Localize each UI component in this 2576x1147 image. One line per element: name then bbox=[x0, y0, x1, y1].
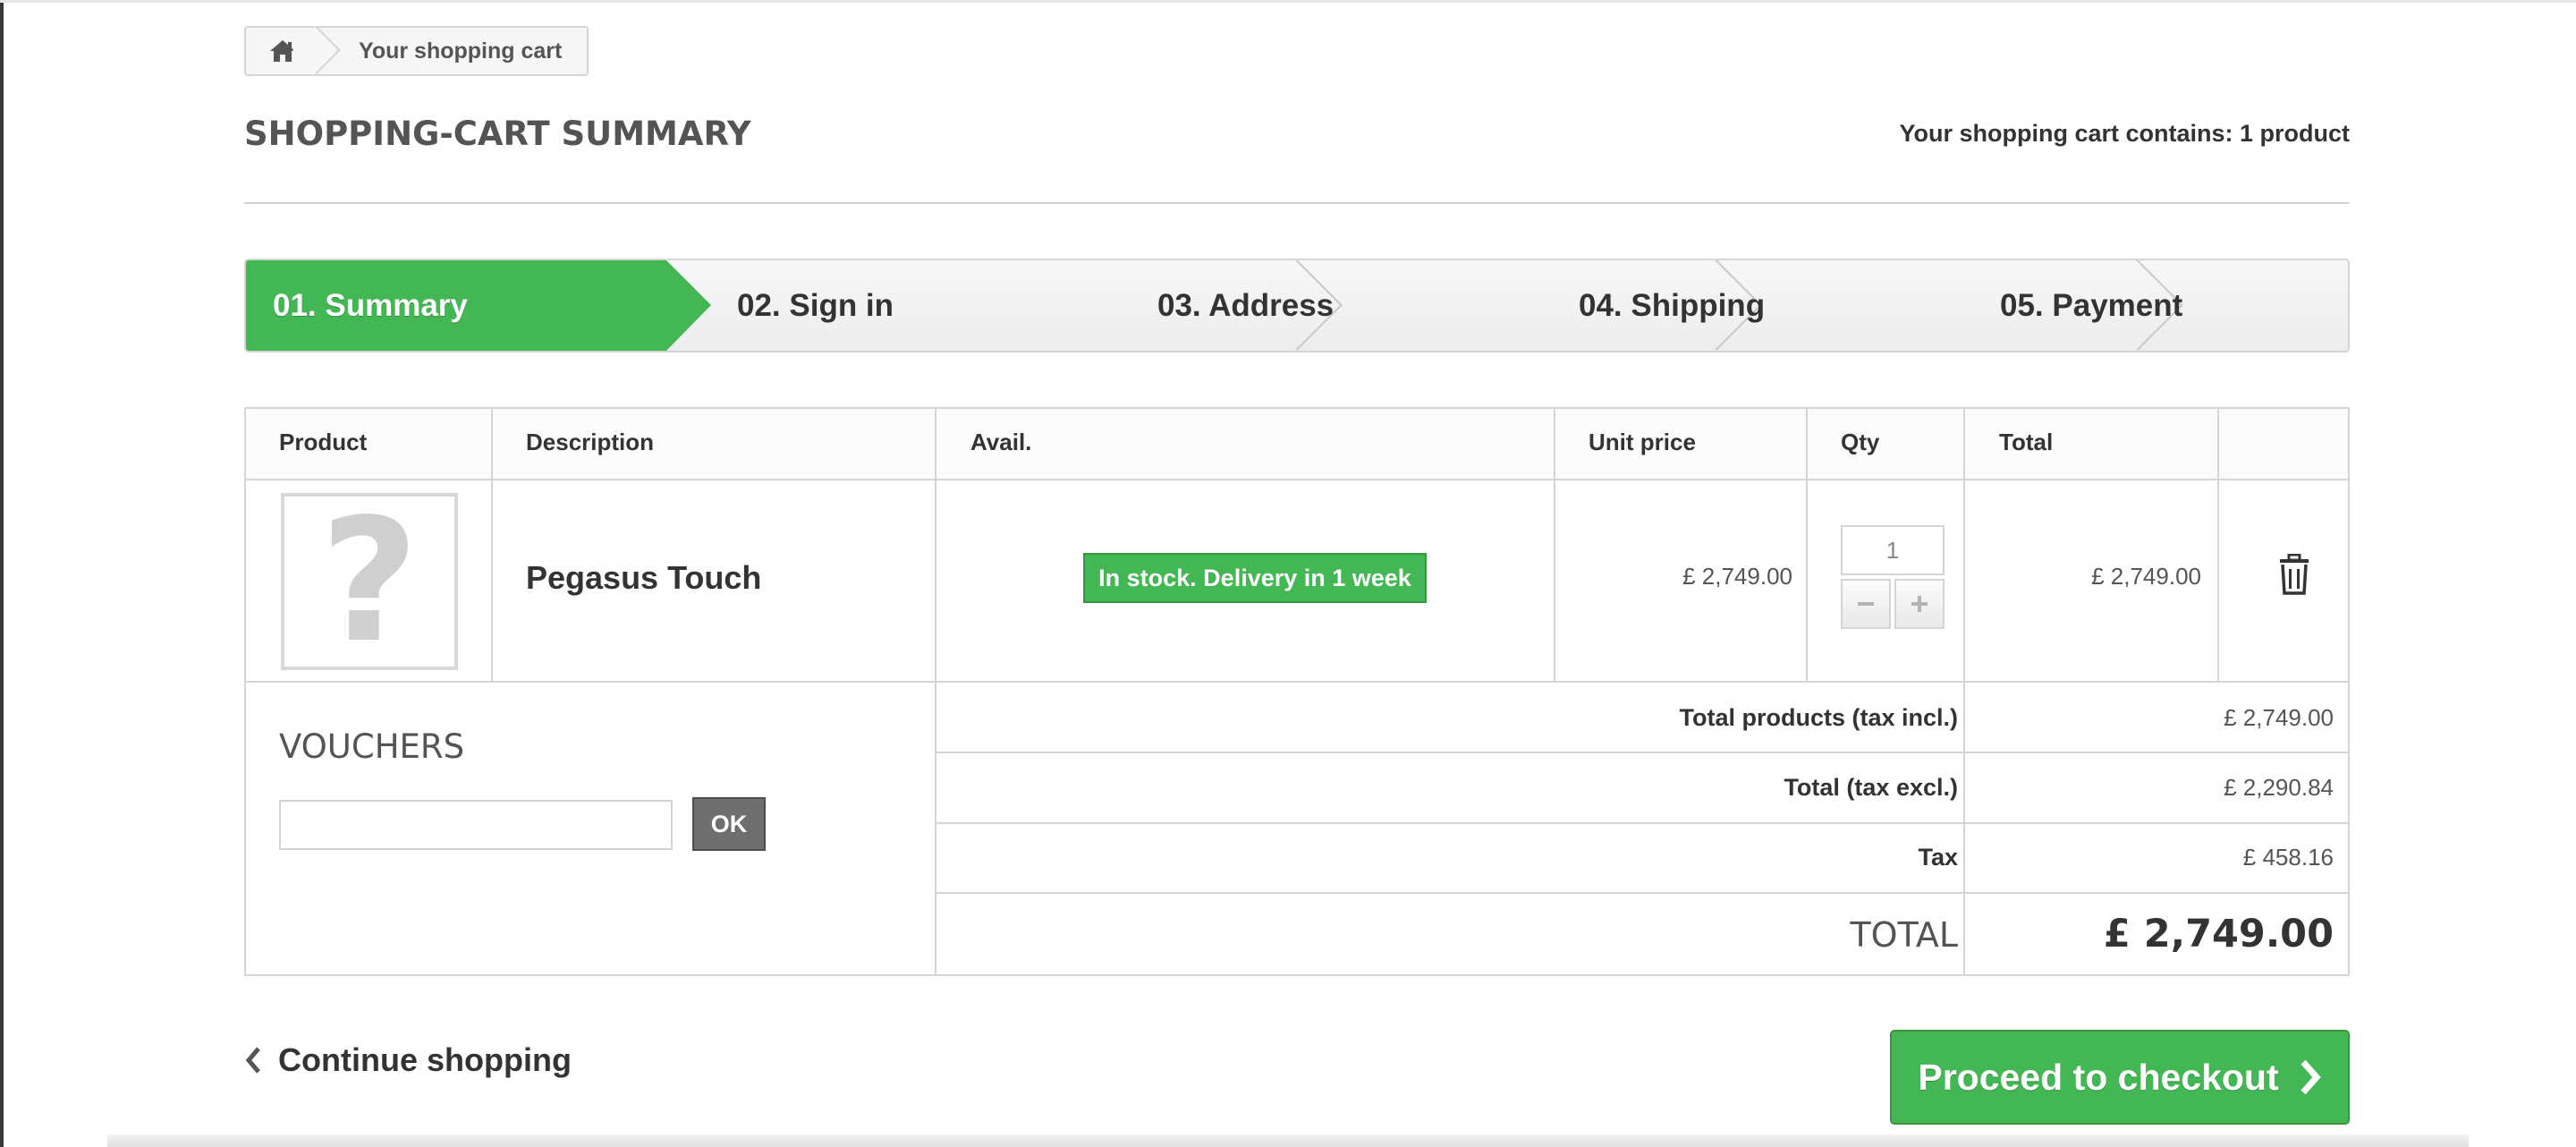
unit-price: £ 2,749.00 bbox=[1682, 563, 1792, 590]
table-divider bbox=[246, 479, 2348, 480]
header-total: Total bbox=[1999, 429, 2054, 455]
continue-shopping-link[interactable]: Continue shopping bbox=[244, 1041, 572, 1079]
checkout-steps: 01. Summary 02. Sign in 03. Address 04. … bbox=[244, 259, 2350, 353]
voucher-ok-button[interactable]: OK bbox=[692, 797, 766, 851]
step-sign-in[interactable]: 02. Sign in bbox=[737, 260, 894, 351]
voucher-code-input[interactable] bbox=[279, 800, 673, 850]
window-top-edge bbox=[0, 0, 2576, 3]
total-excl-value: £ 2,290.84 bbox=[2224, 774, 2334, 801]
table-divider bbox=[1963, 409, 1965, 974]
header-description: Description bbox=[526, 429, 655, 455]
step-address[interactable]: 03. Address bbox=[1157, 260, 1334, 351]
step-label: 02. Sign in bbox=[737, 287, 894, 323]
breadcrumb: Your shopping cart bbox=[244, 26, 589, 76]
proceed-to-checkout-button[interactable]: Proceed to checkout bbox=[1890, 1030, 2350, 1125]
grand-total-value: £ 2,749.00 bbox=[2103, 912, 2334, 956]
table-divider bbox=[2217, 409, 2219, 681]
table-divider bbox=[935, 822, 2348, 824]
vouchers-title: VOUCHERS bbox=[279, 727, 465, 766]
table-divider bbox=[1806, 409, 1808, 681]
minus-icon bbox=[1858, 602, 1874, 606]
step-label: 01. Summary bbox=[273, 287, 468, 323]
plus-icon bbox=[1911, 596, 1928, 612]
step-label: 04. Shipping bbox=[1579, 287, 1766, 323]
total-products-label: Total products (tax incl.) bbox=[1679, 704, 1958, 731]
header-product: Product bbox=[279, 429, 368, 455]
step-payment[interactable]: 05. Payment bbox=[2000, 260, 2182, 351]
step-label: 03. Address bbox=[1157, 287, 1335, 323]
availability-badge: In stock. Delivery in 1 week bbox=[1083, 553, 1427, 603]
cart-count-text: Your shopping cart contains: 1 product bbox=[1899, 120, 2350, 147]
cart-table: Product Description Avail. Unit price Qt… bbox=[244, 407, 2350, 976]
page-title: SHOPPING-CART SUMMARY bbox=[244, 115, 751, 153]
product-image-placeholder[interactable]: ? bbox=[281, 493, 458, 670]
heading-divider bbox=[244, 202, 2350, 204]
page-bottom-shadow bbox=[107, 1134, 2469, 1147]
header-qty: Qty bbox=[1841, 429, 1880, 455]
trash-icon[interactable] bbox=[2276, 554, 2312, 595]
total-products-value: £ 2,749.00 bbox=[2224, 704, 2334, 731]
qty-increase-button[interactable] bbox=[1894, 579, 1945, 629]
step-shipping[interactable]: 04. Shipping bbox=[1579, 260, 1765, 351]
continue-shopping-label: Continue shopping bbox=[278, 1041, 572, 1078]
grand-total-label: TOTAL bbox=[1850, 915, 1958, 955]
table-divider bbox=[935, 892, 2348, 894]
step-label: 05. Payment bbox=[2000, 287, 2183, 323]
header-availability: Avail. bbox=[970, 429, 1032, 455]
breadcrumb-separator bbox=[292, 26, 341, 74]
table-divider bbox=[246, 681, 2348, 683]
breadcrumb-home[interactable] bbox=[246, 26, 341, 74]
step-summary[interactable]: 01. Summary bbox=[246, 260, 666, 351]
product-name[interactable]: Pegasus Touch bbox=[526, 559, 761, 597]
table-divider bbox=[1554, 409, 1555, 681]
window-left-edge bbox=[0, 0, 4, 1147]
tax-value: £ 458.16 bbox=[2242, 844, 2334, 871]
chevron-right-icon bbox=[2301, 1059, 2321, 1095]
chevron-left-icon bbox=[245, 1047, 260, 1074]
table-divider bbox=[935, 409, 936, 974]
checkout-label: Proceed to checkout bbox=[1918, 1056, 2279, 1098]
active-step-arrow bbox=[666, 260, 711, 351]
breadcrumb-current: Your shopping cart bbox=[359, 38, 563, 64]
total-excl-label: Total (tax excl.) bbox=[1784, 774, 1958, 801]
row-total: £ 2,749.00 bbox=[2091, 563, 2201, 590]
table-divider bbox=[935, 752, 2348, 753]
header-unit-price: Unit price bbox=[1589, 429, 1696, 455]
table-divider bbox=[491, 409, 493, 681]
qty-decrease-button[interactable] bbox=[1841, 579, 1891, 629]
question-mark-icon: ? bbox=[319, 482, 419, 680]
tax-label: Tax bbox=[1918, 844, 1958, 871]
quantity-input[interactable]: 1 bbox=[1841, 525, 1945, 575]
